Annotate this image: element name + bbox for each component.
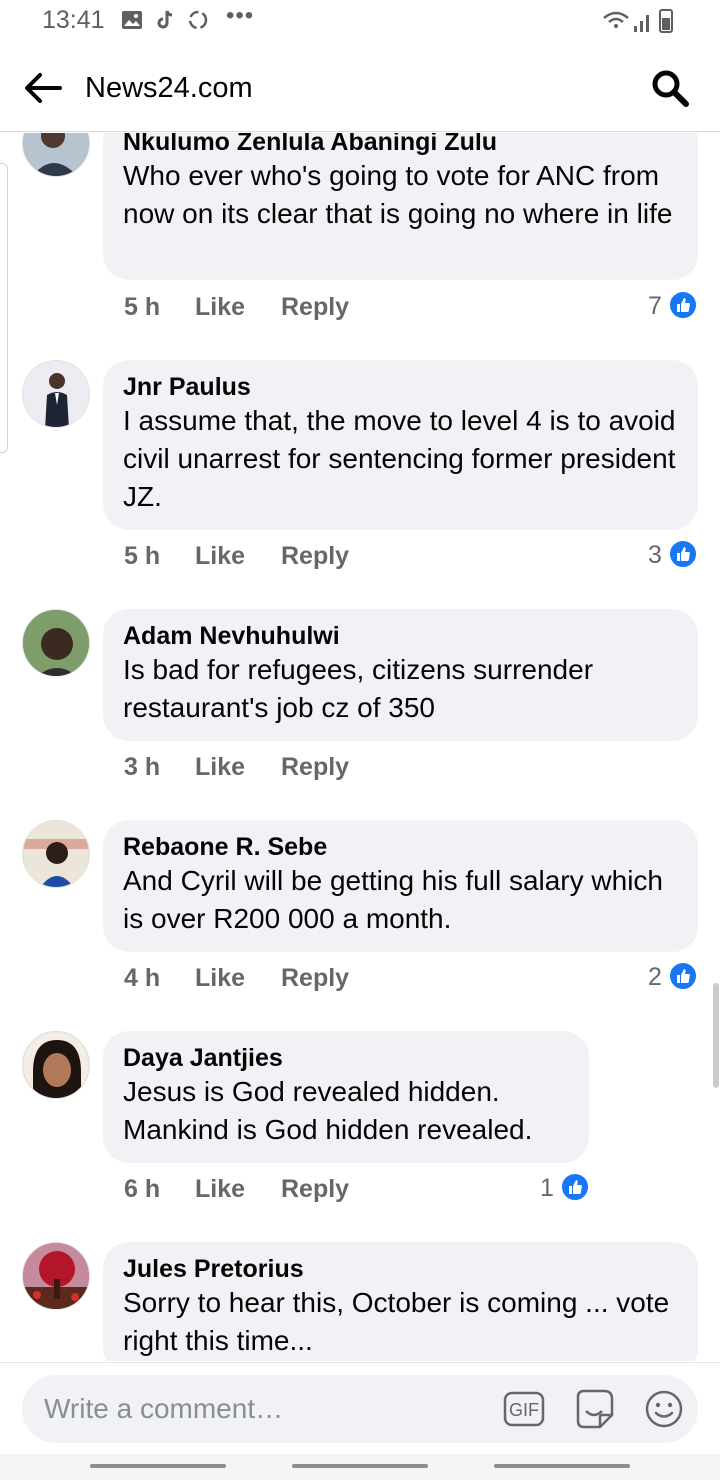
- emoji-icon[interactable]: [644, 1389, 684, 1429]
- comment-time: 4 h: [124, 964, 161, 992]
- nav-home-handle[interactable]: [292, 1464, 428, 1468]
- like-button[interactable]: Like: [195, 753, 245, 782]
- commenter-name[interactable]: Adam Nevhuhulwi: [123, 621, 678, 651]
- comment-text: Is bad for refugees, citizens surrender …: [123, 654, 594, 723]
- avatar[interactable]: [22, 1031, 90, 1099]
- reaction-summary[interactable]: 7: [648, 290, 700, 322]
- comment-bubble[interactable]: Adam Nevhuhulwi Is bad for refugees, cit…: [103, 609, 698, 741]
- comment-bubble[interactable]: Rebaone R. Sebe And Cyril will be gettin…: [103, 820, 698, 952]
- signal-battery-icon: [603, 9, 673, 33]
- status-bar: 13:41 •••: [0, 0, 720, 44]
- comment-text: Sorry to hear this, October is coming ..…: [123, 1287, 670, 1356]
- comment-composer: GIF: [0, 1362, 720, 1454]
- scrollbar[interactable]: [713, 983, 719, 1088]
- avatar[interactable]: [22, 820, 90, 888]
- commenter-name[interactable]: Jules Pretorius: [123, 1254, 678, 1284]
- like-button[interactable]: Like: [195, 964, 245, 993]
- comment-bubble[interactable]: Jules Pretorius Sorry to hear this, Octo…: [103, 1242, 698, 1361]
- commenter-name[interactable]: Nkulumo Zenlula Abaningi Zulu: [123, 133, 678, 157]
- more-notifications-icon: •••: [226, 2, 255, 29]
- comment-text: And Cyril will be getting his full salar…: [123, 865, 663, 934]
- like-button[interactable]: Like: [195, 542, 245, 571]
- reaction-summary[interactable]: 2: [648, 961, 700, 993]
- reply-thread-line: [0, 163, 8, 453]
- comment-time: 6 h: [124, 1175, 161, 1203]
- comment-time: 5 h: [124, 293, 161, 321]
- comment-bubble[interactable]: Nkulumo Zenlula Abaningi Zulu Who ever w…: [103, 133, 698, 280]
- comment-text: Jesus is God revealed hidden. Mankind is…: [123, 1076, 533, 1145]
- reaction-count: 7: [648, 292, 662, 320]
- comment-bubble[interactable]: Jnr Paulus I assume that, the move to le…: [103, 360, 698, 530]
- sticker-icon[interactable]: [572, 1387, 616, 1431]
- like-button[interactable]: Like: [195, 293, 245, 322]
- comment-time: 5 h: [124, 542, 161, 570]
- comment-time: 3 h: [124, 753, 161, 781]
- comment-text: Who ever who's going to vote for ANC fro…: [123, 160, 673, 229]
- reply-button[interactable]: Reply: [281, 1175, 349, 1204]
- reaction-count: 3: [648, 541, 662, 569]
- like-reaction-icon: [668, 539, 698, 569]
- search-icon[interactable]: [650, 68, 690, 108]
- comment-bubble[interactable]: Daya Jantjies Jesus is God revealed hidd…: [103, 1031, 589, 1163]
- commenter-name[interactable]: Daya Jantjies: [123, 1043, 569, 1073]
- reply-button[interactable]: Reply: [281, 964, 349, 993]
- nav-recents-handle[interactable]: [494, 1464, 630, 1468]
- status-time: 13:41: [42, 6, 105, 34]
- reply-button[interactable]: Reply: [281, 293, 349, 322]
- reaction-summary[interactable]: 1: [540, 1172, 592, 1204]
- avatar[interactable]: [22, 609, 90, 677]
- sync-icon: [188, 10, 208, 30]
- gif-icon[interactable]: GIF: [503, 1391, 545, 1427]
- gallery-icon: [122, 11, 142, 29]
- comments-list[interactable]: Nkulumo Zenlula Abaningi Zulu Who ever w…: [0, 133, 720, 1361]
- avatar[interactable]: [22, 133, 90, 177]
- reaction-summary[interactable]: 3: [648, 539, 700, 571]
- like-reaction-icon: [668, 961, 698, 991]
- app-header: News24.com: [0, 44, 720, 132]
- commenter-name[interactable]: Rebaone R. Sebe: [123, 832, 678, 862]
- commenter-name[interactable]: Jnr Paulus: [123, 372, 678, 402]
- like-button[interactable]: Like: [195, 1175, 245, 1204]
- back-arrow-icon[interactable]: [22, 70, 62, 106]
- reaction-count: 1: [540, 1174, 554, 1202]
- reaction-count: 2: [648, 963, 662, 991]
- system-nav-bar: [0, 1454, 720, 1480]
- like-reaction-icon: [668, 290, 698, 320]
- page-title: News24.com: [85, 72, 253, 104]
- like-reaction-icon: [560, 1172, 590, 1202]
- tiktok-icon: [157, 10, 173, 29]
- nav-back-handle[interactable]: [90, 1464, 226, 1468]
- avatar[interactable]: [22, 360, 90, 428]
- comment-text: I assume that, the move to level 4 is to…: [123, 405, 676, 512]
- svg-text:GIF: GIF: [509, 1400, 539, 1420]
- reply-button[interactable]: Reply: [281, 753, 349, 782]
- avatar[interactable]: [22, 1242, 90, 1310]
- reply-button[interactable]: Reply: [281, 542, 349, 571]
